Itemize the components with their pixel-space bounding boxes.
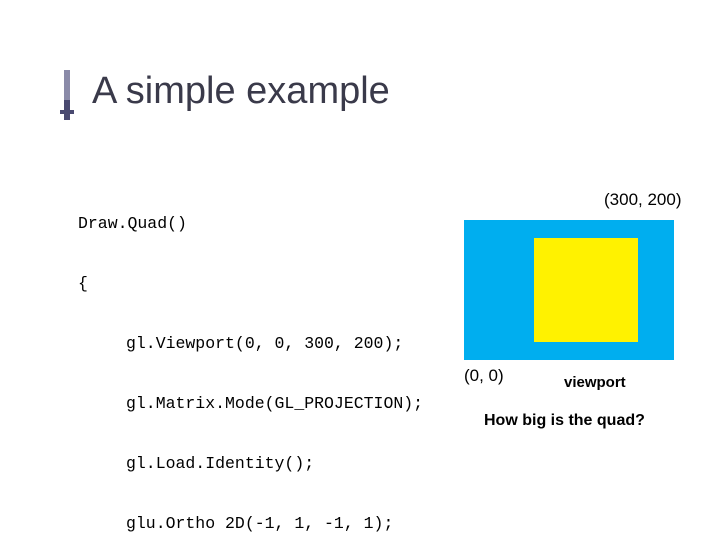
code-line: gl.Load.Identity(); <box>78 454 423 474</box>
slide-title: A simple example <box>92 70 660 113</box>
coord-bottom-left: (0, 0) <box>464 366 504 386</box>
question-text: How big is the quad? <box>484 412 645 430</box>
code-line: Draw.Quad() <box>78 214 423 234</box>
quad-rect <box>534 238 638 342</box>
code-line: gl.Matrix.Mode(GL_PROJECTION); <box>78 394 423 414</box>
title-bullet-icon <box>60 70 74 120</box>
coord-top-right: (300, 200) <box>604 190 682 210</box>
title-wrap: A simple example <box>60 70 660 113</box>
viewport-label: viewport <box>564 374 626 391</box>
viewport-rect <box>464 220 674 360</box>
slide: A simple example Draw.Quad() { gl.Viewpo… <box>0 0 720 540</box>
code-line: gl.Viewport(0, 0, 300, 200); <box>78 334 423 354</box>
code-line: { <box>78 274 423 294</box>
code-block: Draw.Quad() { gl.Viewport(0, 0, 300, 200… <box>78 174 423 540</box>
code-line: glu.Ortho 2D(-1, 1, -1, 1); <box>78 514 423 534</box>
